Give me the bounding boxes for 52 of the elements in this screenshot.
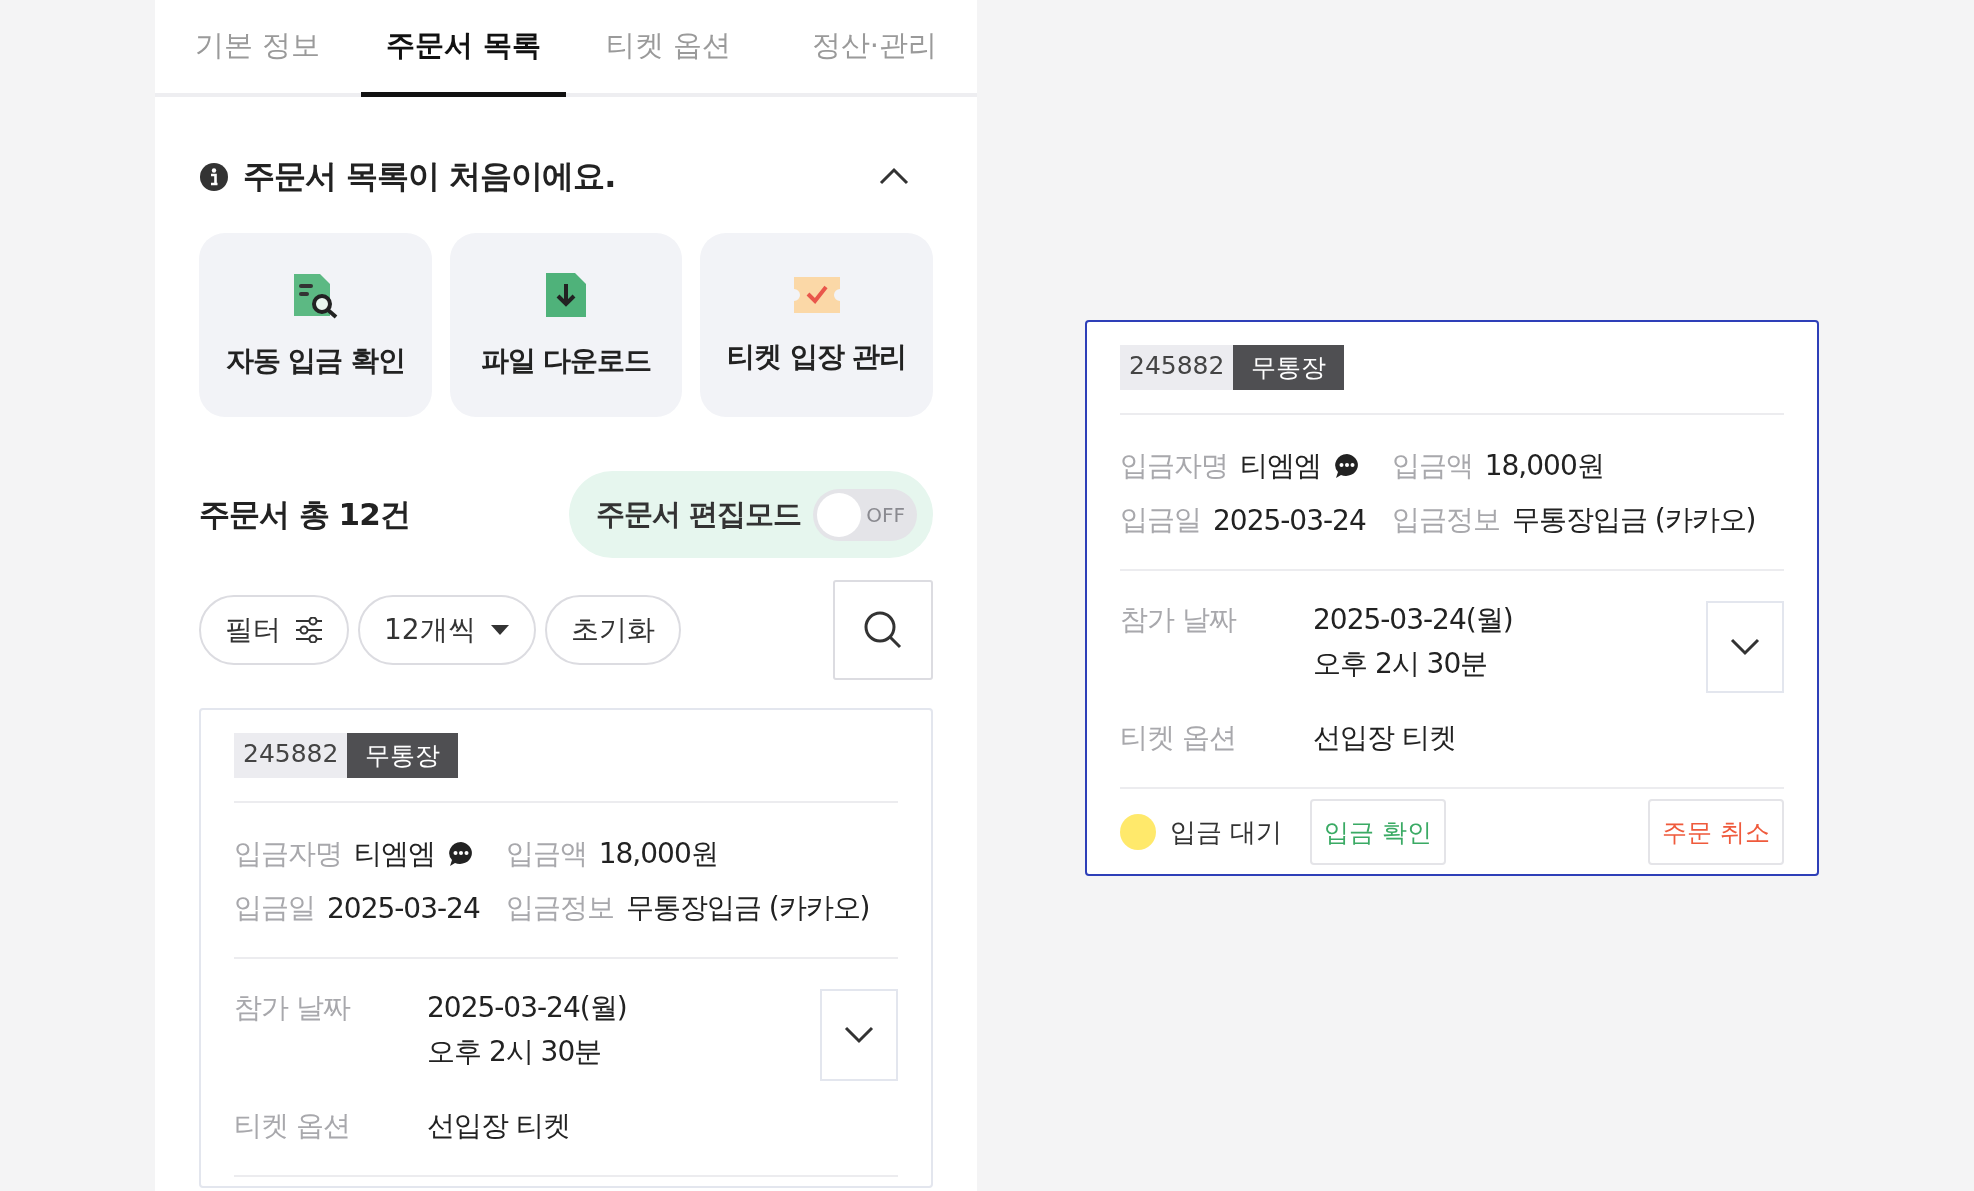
field-label: 입금자명 <box>234 836 342 872</box>
field-label: 입금일 <box>1120 502 1201 538</box>
filter-chip[interactable]: 초기화 <box>544 595 681 665</box>
field-value: 2025-03-24 <box>1213 503 1366 537</box>
field-value: 18,000원 <box>598 836 718 872</box>
field-value: 선입장 티켓 <box>1313 720 1457 756</box>
chevron-down-icon <box>844 1026 874 1044</box>
field-value: 무통장입금 (카카오) <box>1511 502 1756 538</box>
field-value: 18,000원 <box>1484 448 1604 484</box>
field-label: 참가 날짜 <box>1120 602 1238 638</box>
search-icon <box>863 610 903 650</box>
quick-action-button[interactable]: 자동 입금 확인 <box>199 233 432 417</box>
field-value: 오후 2시 30분 <box>427 1034 603 1070</box>
quick-action-button[interactable]: 티켓 입장 관리 <box>700 233 933 417</box>
field-value: 티엠엠 <box>354 836 435 872</box>
field-value: 2025-03-24 <box>327 891 480 925</box>
field-value: 오후 2시 30분 <box>1313 646 1489 682</box>
field-label: 참가 날짜 <box>234 990 352 1026</box>
field-value: 2025-03-24(월) <box>1313 602 1514 638</box>
search-button[interactable] <box>833 580 933 680</box>
notice-title: 주문서 목록이 처음이에요. <box>243 156 617 197</box>
info-icon <box>199 162 229 192</box>
field-label: 입금정보 <box>1391 502 1500 538</box>
order-number: 245882 <box>234 733 348 778</box>
status-text: 입금 대기 <box>1170 815 1283 849</box>
chat-bubble-icon[interactable] <box>447 840 475 868</box>
tab[interactable]: 주문서 목록 <box>360 0 566 97</box>
field-label: 티켓 옵션 <box>1120 720 1237 756</box>
chevron-down-icon <box>1730 638 1760 656</box>
quick-action-button[interactable]: 파일 다운로드 <box>449 233 683 417</box>
field-value: 2025-03-24(월) <box>427 990 628 1026</box>
field-label: 입금자명 <box>1120 448 1228 484</box>
field-label: 입금액 <box>1391 448 1473 484</box>
order-number: 245882 <box>1120 345 1234 390</box>
chat-bubble-icon[interactable] <box>1333 452 1361 480</box>
filter-chip[interactable]: 12개씩 <box>358 595 536 665</box>
file-download-icon <box>543 270 589 320</box>
field-value: 선입장 티켓 <box>427 1108 571 1144</box>
edit-mode-label: 주문서 편집모드 <box>595 495 801 533</box>
chevron-up-icon <box>879 166 909 185</box>
payment-method-tag: 무통장 <box>347 733 459 778</box>
payment-method-tag: 무통장 <box>1233 345 1345 390</box>
order-count: 주문서 총 12건 <box>199 494 410 534</box>
field-label: 입금액 <box>505 836 587 872</box>
field-label: 입금정보 <box>505 890 614 926</box>
caret-down-icon <box>489 624 510 636</box>
field-value: 무통장입금 (카카오) <box>625 890 870 926</box>
field-value: 티엠엠 <box>1240 448 1321 484</box>
filter-chip[interactable]: 필터 <box>199 595 349 665</box>
field-label: 입금일 <box>234 890 315 926</box>
field-label: 티켓 옵션 <box>234 1108 351 1144</box>
sliders-icon <box>295 617 323 643</box>
